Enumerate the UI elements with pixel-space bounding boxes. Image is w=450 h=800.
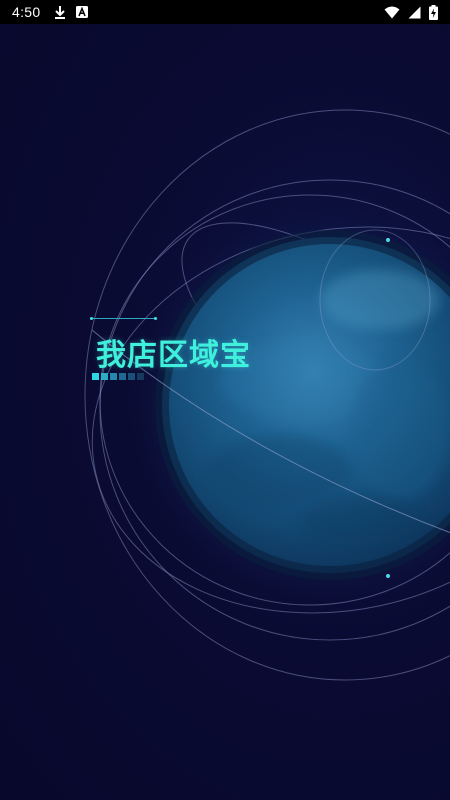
progress-squares: [92, 373, 144, 380]
wifi-icon: [384, 6, 400, 19]
status-time: 4:50: [12, 4, 41, 20]
brand-logo: 我店区域宝: [90, 312, 290, 392]
font-a-icon: [76, 6, 89, 18]
battery-charging-icon: [429, 4, 438, 20]
splash-screen: 4:50 我店区域宝: [0, 0, 450, 800]
status-bar: 4:50: [0, 0, 450, 24]
status-right-icons: [384, 0, 438, 24]
brand-decor-dot: [90, 317, 93, 320]
status-left-icons: [54, 5, 89, 19]
app-name: 我店区域宝: [96, 338, 251, 373]
download-icon: [54, 5, 66, 19]
brand-decor-dot: [154, 317, 157, 320]
planet-graphic: [84, 109, 450, 681]
signal-icon: [408, 6, 421, 19]
brand-decor-line: [90, 318, 156, 319]
